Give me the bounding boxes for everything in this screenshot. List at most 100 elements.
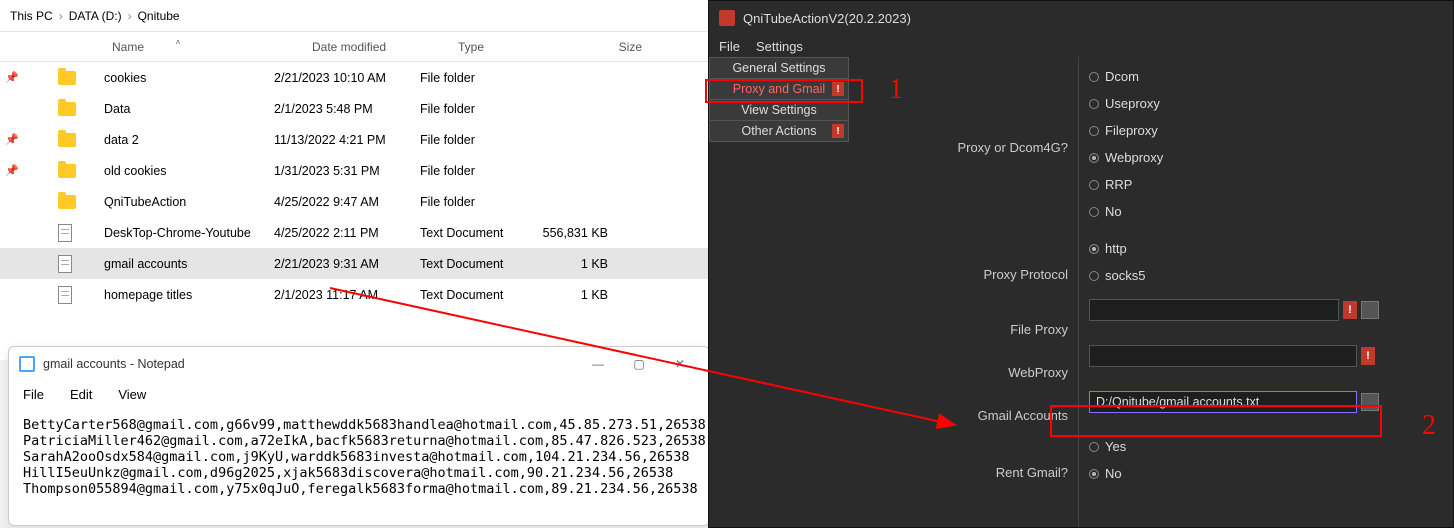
document-icon: [58, 224, 72, 242]
column-type[interactable]: Type: [450, 40, 570, 54]
app-left-panel: General SettingsProxy and Gmail!View Set…: [709, 57, 1079, 527]
table-row[interactable]: 📌data 211/13/2022 4:21 PMFile folder: [0, 124, 708, 155]
maximize-button[interactable]: ▢: [620, 357, 658, 371]
radio-socks5[interactable]: socks5: [1089, 262, 1443, 289]
label-rent-gmail: Rent Gmail?: [996, 465, 1068, 480]
radio-icon: [1089, 99, 1099, 109]
folder-icon: [58, 164, 76, 178]
minimize-button[interactable]: —: [579, 357, 617, 371]
radio-useproxy[interactable]: Useproxy: [1089, 90, 1443, 117]
close-button[interactable]: ✕: [661, 357, 699, 371]
radio-icon: [1089, 153, 1099, 163]
radio-no[interactable]: No: [1089, 198, 1443, 225]
radio-icon: [1089, 442, 1099, 452]
file-type: Text Document: [420, 257, 540, 271]
radio-no[interactable]: No: [1089, 460, 1443, 487]
tab-view-settings[interactable]: View Settings: [709, 99, 849, 121]
menu-edit[interactable]: Edit: [70, 387, 92, 402]
document-icon: [58, 255, 72, 273]
label-proxy-or-dcom: Proxy or Dcom4G?: [957, 140, 1068, 155]
file-name: data 2: [104, 133, 274, 147]
file-date: 4/25/2022 2:11 PM: [274, 226, 420, 240]
column-size[interactable]: Size: [570, 40, 650, 54]
file-name: DeskTop-Chrome-Youtube: [104, 226, 274, 240]
webproxy-input[interactable]: [1089, 345, 1357, 367]
file-size: 1 KB: [540, 288, 620, 302]
file-type: File folder: [420, 102, 540, 116]
file-date: 2/1/2023 11:17 AM: [274, 288, 420, 302]
folder-icon: [58, 71, 76, 85]
radio-label: socks5: [1105, 268, 1145, 283]
app-menu-file[interactable]: File: [719, 39, 740, 54]
alert-icon: !: [832, 124, 844, 138]
radio-rrp[interactable]: RRP: [1089, 171, 1443, 198]
browse-button[interactable]: [1361, 393, 1379, 411]
file-name: QniTubeAction: [104, 195, 274, 209]
alert-icon: !: [832, 82, 844, 96]
app-menu-settings[interactable]: Settings: [756, 39, 803, 54]
table-row[interactable]: 📌old cookies1/31/2023 5:31 PMFile folder: [0, 155, 708, 186]
radio-webproxy[interactable]: Webproxy: [1089, 144, 1443, 171]
document-icon: [58, 286, 72, 304]
file-name: homepage titles: [104, 288, 274, 302]
file-name: cookies: [104, 71, 274, 85]
table-row[interactable]: Data2/1/2023 5:48 PMFile folder: [0, 93, 708, 124]
notepad-textarea[interactable]: BettyCarter568@gmail.com,g66v99,matthewd…: [9, 407, 709, 507]
radio-fileproxy[interactable]: Fileproxy: [1089, 117, 1443, 144]
column-name[interactable]: ˄Name: [52, 40, 304, 54]
column-date[interactable]: Date modified: [304, 40, 450, 54]
file-proxy-input[interactable]: [1089, 299, 1339, 321]
file-date: 11/13/2022 4:21 PM: [274, 133, 420, 147]
pin-icon[interactable]: 📌: [0, 71, 24, 84]
file-explorer: This PC › DATA (D:) › Qnitube ˄Name Date…: [0, 0, 708, 360]
file-type: File folder: [420, 71, 540, 85]
label-file-proxy: File Proxy: [1010, 322, 1068, 337]
notepad-icon: [19, 356, 35, 372]
menu-view[interactable]: View: [118, 387, 146, 402]
file-name: gmail accounts: [104, 257, 274, 271]
radio-icon: [1089, 72, 1099, 82]
radio-label: http: [1105, 241, 1127, 256]
radio-http[interactable]: http: [1089, 235, 1443, 262]
radio-yes[interactable]: Yes: [1089, 433, 1443, 460]
radio-label: RRP: [1105, 177, 1132, 192]
table-row[interactable]: gmail accounts2/21/2023 9:31 AMText Docu…: [0, 248, 708, 279]
app-titlebar[interactable]: QniTubeActionV2(20.2.2023): [709, 1, 1453, 35]
table-row[interactable]: DeskTop-Chrome-Youtube4/25/2022 2:11 PMT…: [0, 217, 708, 248]
gmail-accounts-input[interactable]: [1089, 391, 1357, 413]
breadcrumb-item[interactable]: DATA (D:): [69, 9, 122, 23]
radio-icon: [1089, 469, 1099, 479]
browse-button[interactable]: [1361, 301, 1379, 319]
menu-file[interactable]: File: [23, 387, 44, 402]
radio-label: Webproxy: [1105, 150, 1163, 165]
breadcrumb-item[interactable]: Qnitube: [138, 9, 180, 23]
files-column-headers: ˄Name Date modified Type Size: [0, 32, 708, 62]
tab-other-actions[interactable]: Other Actions!: [709, 120, 849, 142]
table-row[interactable]: 📌cookies2/21/2023 10:10 AMFile folder: [0, 62, 708, 93]
file-date: 4/25/2022 9:47 AM: [274, 195, 420, 209]
app-title-text: QniTubeActionV2(20.2.2023): [743, 11, 911, 26]
notepad-titlebar[interactable]: gmail accounts - Notepad — ▢ ✕: [9, 347, 709, 381]
breadcrumb-item[interactable]: This PC: [10, 9, 53, 23]
table-row[interactable]: homepage titles2/1/2023 11:17 AMText Doc…: [0, 279, 708, 310]
radio-label: Yes: [1105, 439, 1126, 454]
tab-proxy-and-gmail[interactable]: Proxy and Gmail!: [709, 78, 849, 100]
pin-icon[interactable]: 📌: [0, 164, 24, 177]
file-type: Text Document: [420, 288, 540, 302]
file-type: File folder: [420, 164, 540, 178]
radio-icon: [1089, 207, 1099, 217]
label-gmail-accounts: Gmail Accounts: [978, 408, 1068, 423]
notepad-title-text: gmail accounts - Notepad: [43, 357, 185, 371]
breadcrumb[interactable]: This PC › DATA (D:) › Qnitube: [0, 0, 708, 32]
alert-icon: !: [1343, 301, 1357, 319]
radio-icon: [1089, 244, 1099, 254]
folder-icon: [58, 102, 76, 116]
radio-dcom[interactable]: Dcom: [1089, 63, 1443, 90]
radio-label: Dcom: [1105, 69, 1139, 84]
tab-general-settings[interactable]: General Settings: [709, 57, 849, 79]
radio-label: No: [1105, 204, 1122, 219]
file-size: 1 KB: [540, 257, 620, 271]
table-row[interactable]: QniTubeAction4/25/2022 9:47 AMFile folde…: [0, 186, 708, 217]
pin-icon[interactable]: 📌: [0, 133, 24, 146]
label-webproxy: WebProxy: [1008, 365, 1068, 380]
